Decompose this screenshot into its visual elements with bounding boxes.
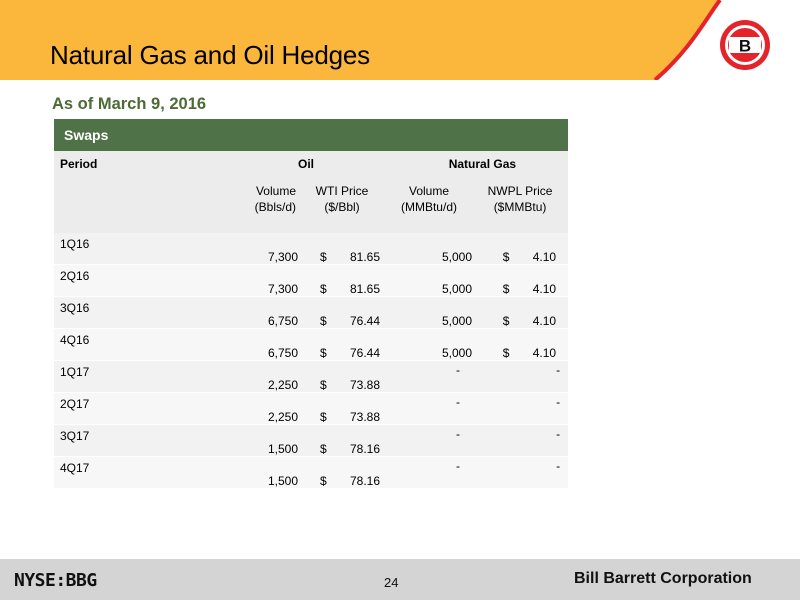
- logo-letter: B: [739, 37, 751, 56]
- gas-price-cell: $4.10: [472, 233, 569, 265]
- oil-volume-cell: 2,250: [142, 392, 298, 425]
- period-cell: 4Q17: [54, 456, 142, 489]
- oil-price-cell: $76.44: [298, 328, 386, 361]
- oil-volume-cell: 1,500: [142, 424, 298, 457]
- gas-price-cell: $4.10: [472, 264, 569, 297]
- swaps-header-row: Swaps: [54, 119, 569, 151]
- period-cell: 2Q17: [54, 392, 142, 425]
- units-header-row: Volume (Bbls/d) WTI Price ($/Bbl) Volume (M…: [54, 177, 569, 233]
- period-cell: 1Q17: [54, 360, 142, 393]
- oil-volume-cell: 7,300: [142, 264, 298, 297]
- oil-volume-cell: 6,750: [142, 328, 298, 361]
- gas-volume-cell: -: [386, 424, 472, 457]
- oil-price-cell: $73.88: [298, 392, 386, 425]
- gas-volume-cell: 5,000: [386, 233, 472, 265]
- table-row: 3Q16 6,750 $76.44 5,000 $4.10: [54, 296, 569, 329]
- period-cell: 1Q16: [54, 233, 142, 265]
- oil-volume-header: Volume (Bbls/d): [142, 177, 298, 233]
- gas-price-cell: $4.10: [472, 296, 569, 329]
- table-row: 3Q17 1,500 $78.16- -: [54, 424, 569, 457]
- section-label: Swaps: [54, 119, 569, 151]
- gas-price-header: NWPL Price ($MMBtu): [472, 177, 569, 233]
- table-row: 1Q16 7,300 $81.65 5,000 $4.10: [54, 233, 569, 265]
- oil-price-cell: $78.16: [298, 456, 386, 489]
- gas-volume-cell: 5,000: [386, 264, 472, 297]
- oil-price-cell: $76.44: [298, 296, 386, 329]
- table-row: 2Q17 2,250 $73.88- -: [54, 392, 569, 425]
- oil-volume-cell: 6,750: [142, 296, 298, 329]
- slide-title: Natural Gas and Oil Hedges: [50, 40, 370, 70]
- table-row: 2Q16 7,300 $81.65 5,000 $4.10: [54, 264, 569, 297]
- col-period-header: Period: [54, 151, 142, 177]
- oil-price-cell: $73.88: [298, 360, 386, 393]
- company-name: Bill Barrett Corporation: [574, 570, 752, 587]
- oil-volume-cell: 2,250: [142, 360, 298, 393]
- oil-price-cell: $81.65: [298, 233, 386, 265]
- company-logo-icon: B: [720, 20, 770, 70]
- gas-price-cell: -: [472, 456, 569, 489]
- oil-price-header: WTI Price ($/Bbl): [298, 177, 386, 233]
- gas-volume-cell: -: [386, 392, 472, 425]
- table-row: 4Q16 6,750 $76.44 5,000 $4.10: [54, 328, 569, 361]
- oil-price-cell: $78.16: [298, 424, 386, 457]
- period-cell: 3Q17: [54, 424, 142, 457]
- as-of-date: As of March 9, 2016: [52, 95, 207, 113]
- gas-price-cell: -: [472, 360, 569, 393]
- gas-price-cell: -: [472, 424, 569, 457]
- gas-volume-cell: -: [386, 360, 472, 393]
- gas-price-cell: -: [472, 392, 569, 425]
- oil-group-header: Oil: [142, 151, 386, 177]
- gas-price-cell: $4.10: [472, 328, 569, 361]
- group-header-row: Period Oil Natural Gas: [54, 151, 569, 177]
- gas-volume-header: Volume (MMBtu/d): [386, 177, 472, 233]
- oil-volume-cell: 7,300: [142, 233, 298, 265]
- oil-volume-cell: 1,500: [142, 456, 298, 489]
- page-number: 24: [384, 575, 399, 590]
- gas-group-header: Natural Gas: [386, 151, 569, 177]
- table-row: 4Q17 1,500 $78.16- -: [54, 456, 569, 489]
- gas-volume-cell: 5,000: [386, 328, 472, 361]
- period-cell: 2Q16: [54, 264, 142, 297]
- ticker-symbol: NYSE:BBG: [14, 570, 97, 591]
- period-cell: 3Q16: [54, 296, 142, 329]
- table-row: 1Q17 2,250 $73.88- -: [54, 360, 569, 393]
- gas-volume-cell: 5,000: [386, 296, 472, 329]
- hedges-table: Swaps Period Oil Natural Gas Volume (Bbls…: [54, 119, 569, 489]
- gas-volume-cell: -: [386, 456, 472, 489]
- oil-price-cell: $81.65: [298, 264, 386, 297]
- period-cell: 4Q16: [54, 328, 142, 361]
